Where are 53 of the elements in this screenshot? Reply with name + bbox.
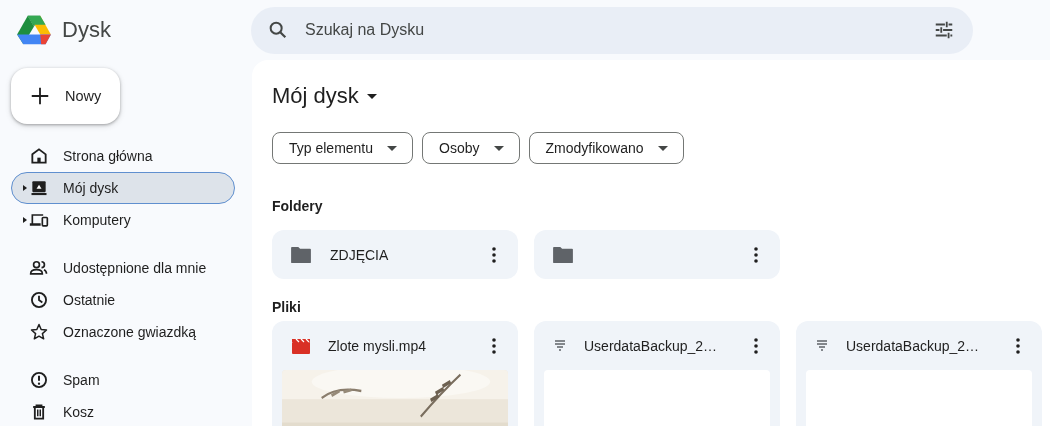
folder-name: ZDJĘCIA [330,246,389,263]
sidebar-item[interactable]: Komputery [11,204,235,236]
folder-icon [552,245,574,264]
more-options-icon[interactable] [492,337,496,354]
caret-icon [366,93,377,99]
file-card[interactable]: Zlote mysli.mp4 [272,321,518,426]
folder-icon [290,245,312,264]
filter-options-icon[interactable] [933,19,955,41]
search-field[interactable]: Szukaj na Dysku [303,20,919,40]
search-bar[interactable]: Szukaj na Dysku [251,6,973,54]
new-button[interactable]: Nowy [11,68,120,124]
file-name: UserdataBackup_2… [584,337,718,354]
more-options-icon[interactable] [492,246,496,263]
file-name: UserdataBackup_2… [846,337,980,354]
text-file-icon [554,339,566,352]
sidebar-item[interactable]: Kosz [11,396,235,426]
caret-icon [387,145,398,151]
sidebar-item[interactable]: Mój dysk [11,172,235,204]
plus-icon [29,85,51,107]
folder-card[interactable] [534,230,780,279]
search-icon [267,19,289,41]
sidebar-item[interactable]: Strona główna [11,140,235,172]
caret-icon [493,145,504,151]
more-options-icon[interactable] [754,246,758,263]
filter-chip[interactable]: Osoby [422,132,520,164]
drive-icon [29,178,49,198]
warning-icon [29,370,49,390]
more-options-icon[interactable] [1016,337,1020,354]
more-options-icon[interactable] [754,337,758,354]
my-drive-title[interactable]: Mój dysk [272,83,377,109]
people-icon [29,258,49,278]
filter-chip[interactable]: Typ elementu [272,132,414,164]
home-icon [29,146,49,166]
video-file-icon [292,337,310,354]
sidebar-item[interactable]: Spam [11,364,235,396]
file-card[interactable]: UserdataBackup_2… [796,321,1042,426]
star-icon [29,322,49,342]
caret-icon [657,145,668,151]
expand-arrow-icon[interactable] [23,217,27,223]
sidebar-item[interactable]: Ostatnie [11,284,235,316]
drive-logo-icon [16,14,52,46]
sidebar-item[interactable]: Oznaczone gwiazdką [11,316,235,348]
text-file-icon [816,339,828,352]
sidebar-item[interactable]: Udostępnione dla mnie [11,252,235,284]
file-name: Zlote mysli.mp4 [328,337,427,354]
file-card[interactable]: UserdataBackup_2… [534,321,780,426]
expand-arrow-icon[interactable] [23,185,27,191]
app-name: Dysk [62,17,111,43]
section-heading: Foldery [272,198,324,214]
folder-card[interactable]: ZDJĘCIA [272,230,518,279]
clock-icon [29,290,49,310]
section-heading: Pliki [272,299,302,315]
filter-chip[interactable]: Zmodyfikowano [528,132,684,164]
